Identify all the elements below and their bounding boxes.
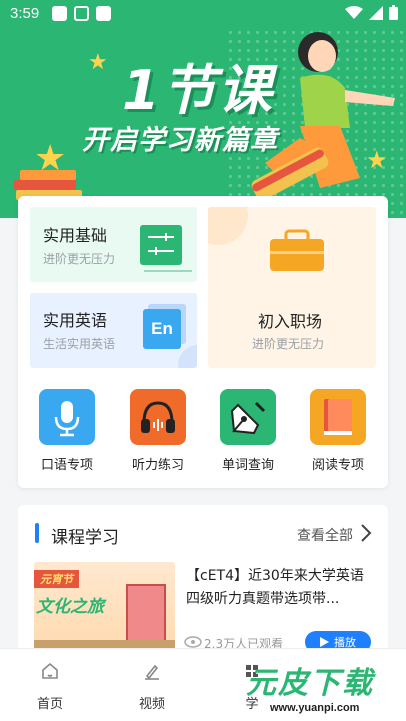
quick-label: 口语专项 xyxy=(40,458,93,473)
video-icon xyxy=(145,664,159,680)
play-icon xyxy=(320,637,329,647)
thumb-building xyxy=(126,584,166,644)
thumb-text: 文化之旅 xyxy=(36,597,104,617)
star-icon: ★ xyxy=(88,50,108,75)
notification-icon xyxy=(74,6,89,21)
tile-subtitle: 进阶更无压力 xyxy=(43,252,116,266)
quick-reading[interactable]: 阅读专项 xyxy=(298,389,378,473)
tile-english[interactable]: 实用英语 生活实用英语 En xyxy=(30,293,197,368)
banner-subtitle: 开启学习新篇章 xyxy=(82,125,278,156)
tile-title: 初入职场 xyxy=(258,312,323,331)
book-icon xyxy=(310,389,366,445)
thumb-tag: 元宵节 xyxy=(34,570,79,588)
star-icon: ★ xyxy=(34,138,67,179)
status-time: 3:59 xyxy=(10,5,40,22)
pen-nib-icon xyxy=(220,389,276,445)
english-icon: En xyxy=(143,309,181,349)
notification-icon xyxy=(96,6,111,21)
quick-speaking[interactable]: 口语专项 xyxy=(27,389,107,473)
decor-blob xyxy=(208,207,248,245)
quick-label: 阅读专项 xyxy=(311,458,364,473)
quick-listening[interactable]: 听力练习 xyxy=(118,389,198,473)
microphone-icon xyxy=(39,389,95,445)
star-icon: ★ xyxy=(366,146,388,174)
course-thumbnail[interactable]: 元宵节 文化之旅 xyxy=(34,562,175,657)
briefcase-icon xyxy=(270,229,324,271)
system-icons xyxy=(345,5,398,20)
tab-label: 视频 xyxy=(138,697,165,712)
quick-label: 单词查询 xyxy=(221,458,274,473)
tab-video[interactable]: 视频 xyxy=(122,661,182,712)
tile-title: 实用英语 xyxy=(43,311,108,330)
tab-label: 首页 xyxy=(36,697,63,712)
section-accent xyxy=(35,523,39,543)
battery-icon xyxy=(389,5,398,20)
chevron-right-icon[interactable] xyxy=(360,523,372,543)
category-card: 实用基础 进阶更无压力 实用英语 生活实用英语 En 初入职场 进阶更无压力 口… xyxy=(18,196,388,488)
tile-basics[interactable]: 实用基础 进阶更无压力 xyxy=(30,207,197,282)
eye-icon xyxy=(184,636,202,648)
quick-word-lookup[interactable]: 单词查询 xyxy=(208,389,288,473)
headphones-icon xyxy=(130,389,186,445)
home-icon xyxy=(42,662,58,679)
notification-icon xyxy=(52,6,67,21)
course-title[interactable]: 【cET4】近30年来大学英语四级听力真题带选项带... xyxy=(186,565,376,611)
watermark-url: www.yuanpi.com xyxy=(270,702,360,714)
tab-home[interactable]: 首页 xyxy=(20,661,80,712)
section-heading: 课程学习 xyxy=(51,528,119,548)
banner-title: 1节课 xyxy=(122,59,274,122)
promo-banner[interactable]: ★ ★ ★ 1节课 开启学习新篇章 xyxy=(0,28,406,218)
tile-subtitle: 进阶更无压力 xyxy=(252,337,325,351)
sliders-icon xyxy=(140,225,192,272)
status-bar: 3:59 xyxy=(0,0,406,28)
tile-subtitle: 生活实用英语 xyxy=(43,337,116,351)
tile-title: 实用基础 xyxy=(43,226,108,245)
course-section: 课程学习 查看全部 元宵节 文化之旅 【cET4】近30年来大学英语四级听力真题… xyxy=(18,505,388,665)
decor-blob xyxy=(178,345,197,368)
view-all-link[interactable]: 查看全部 xyxy=(297,525,353,545)
tile-career[interactable]: 初入职场 进阶更无压力 xyxy=(208,207,376,368)
watermark-text: 元皮下载 xyxy=(246,666,374,701)
wifi-icon xyxy=(345,5,363,19)
signal-icon xyxy=(369,5,383,20)
watermark: 元皮下载 www.yuanpi.com xyxy=(246,658,402,718)
quick-label: 听力练习 xyxy=(131,458,184,473)
